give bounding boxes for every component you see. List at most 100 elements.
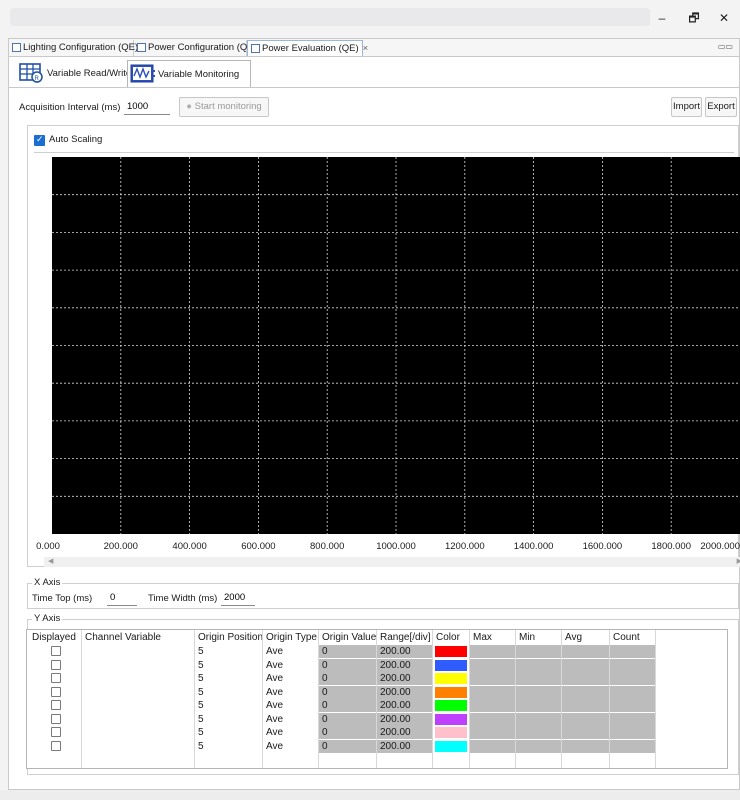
origin-type-cell[interactable]: Ave <box>263 672 318 685</box>
origin-value-cell[interactable]: 0 <box>319 672 376 685</box>
tab-power-configuration[interactable]: Power Configuration (QE) <box>134 40 257 56</box>
origin-type-cell[interactable]: Ave <box>263 740 318 753</box>
origin-value-cell[interactable]: 0 <box>319 739 376 753</box>
restore-button[interactable]: 🗗 <box>684 10 704 26</box>
time-width-input[interactable] <box>221 590 255 606</box>
channel-variable-cell[interactable] <box>82 659 194 672</box>
origin-position-cell[interactable]: 5 <box>195 726 262 739</box>
interval-input[interactable] <box>124 99 170 115</box>
origin-type-cell[interactable]: Ave <box>263 699 318 712</box>
channel-variable-cell[interactable] <box>82 672 194 685</box>
displayed-checkbox[interactable] <box>51 713 61 724</box>
origin-value-cell[interactable]: 0 <box>319 699 376 712</box>
close-tab-icon[interactable]: × <box>363 43 369 54</box>
editor-file-icon <box>12 43 21 52</box>
x-tick-label: 200.000 <box>104 541 138 552</box>
avg-cell <box>562 685 609 699</box>
scroll-left-icon[interactable]: ◀ <box>48 557 53 567</box>
origin-value-cell[interactable]: 0 <box>319 658 376 672</box>
range-cell[interactable]: 200.00 <box>377 739 432 753</box>
count-cell <box>610 645 655 658</box>
color-swatch[interactable] <box>435 659 467 671</box>
maximize-view-icon[interactable]: ▭▭ <box>718 42 733 51</box>
channel-variable-cell[interactable] <box>82 699 194 712</box>
origin-type-cell[interactable]: Ave <box>263 645 318 658</box>
scroll-right-icon[interactable]: ▶ <box>737 557 740 567</box>
table-row[interactable]: 5 Ave 0 200.00 <box>27 645 727 658</box>
table-row[interactable]: 5 Ave 0 200.00 <box>27 712 727 726</box>
origin-value-cell[interactable]: 0 <box>319 726 376 739</box>
origin-position-cell[interactable]: 5 <box>195 672 262 685</box>
table-row[interactable]: 5 Ave 0 200.00 <box>27 726 727 739</box>
origin-type-cell[interactable]: Ave <box>263 686 318 699</box>
time-width-label: Time Width (ms) <box>148 593 218 604</box>
avg-cell <box>562 712 609 726</box>
range-cell[interactable]: 200.00 <box>377 699 432 712</box>
max-cell <box>470 726 515 739</box>
range-cell[interactable]: 200.00 <box>377 672 432 685</box>
table-row[interactable]: 5 Ave 0 200.00 <box>27 685 727 699</box>
import-button[interactable]: Import <box>671 97 702 117</box>
channel-variable-cell[interactable] <box>82 740 194 753</box>
monitor-toolbar: Acquisition Interval (ms) ● Start monito… <box>9 94 739 120</box>
channel-variable-cell[interactable] <box>82 713 194 726</box>
range-cell[interactable]: 200.00 <box>377 685 432 699</box>
tab-lighting-configuration[interactable]: Lighting Configuration (QE) <box>9 40 138 56</box>
color-swatch[interactable] <box>435 646 467 657</box>
subtab-variable-read-write[interactable]: R Variable Read/Write <box>17 60 131 88</box>
start-monitoring-button[interactable]: ● Start monitoring <box>179 97 269 117</box>
origin-value-cell[interactable]: 0 <box>319 685 376 699</box>
table-row[interactable]: 5 Ave 0 200.00 <box>27 699 727 712</box>
displayed-checkbox[interactable] <box>51 686 61 697</box>
range-cell[interactable]: 200.00 <box>377 645 432 658</box>
channel-variable-cell[interactable] <box>82 686 194 699</box>
origin-value-cell[interactable]: 0 <box>319 645 376 658</box>
origin-position-cell[interactable]: 5 <box>195 713 262 726</box>
color-swatch[interactable] <box>435 686 467 698</box>
time-top-input[interactable] <box>107 590 137 606</box>
color-swatch[interactable] <box>435 727 467 738</box>
table-row[interactable]: 5 Ave 0 200.00 <box>27 672 727 685</box>
horizontal-scrollbar[interactable]: ◀ ▶ <box>44 557 740 567</box>
displayed-checkbox[interactable] <box>51 659 61 670</box>
origin-value-cell[interactable]: 0 <box>319 712 376 726</box>
col-channel-variable: Channel Variable <box>85 632 161 643</box>
editor-file-icon <box>251 44 260 53</box>
avg-cell <box>562 699 609 712</box>
origin-type-cell[interactable]: Ave <box>263 726 318 739</box>
origin-position-cell[interactable]: 5 <box>195 686 262 699</box>
x-tick-label: 600.000 <box>241 541 275 552</box>
minimize-button[interactable]: – <box>652 10 672 26</box>
range-cell[interactable]: 200.00 <box>377 658 432 672</box>
range-cell[interactable]: 200.00 <box>377 712 432 726</box>
col-range: Range[/div] <box>380 632 431 643</box>
table-header: Displayed Channel Variable Origin Positi… <box>27 631 727 644</box>
displayed-checkbox[interactable] <box>51 727 61 737</box>
origin-position-cell[interactable]: 5 <box>195 699 262 712</box>
range-cell[interactable]: 200.00 <box>377 726 432 739</box>
origin-type-cell[interactable]: Ave <box>263 713 318 726</box>
displayed-checkbox[interactable] <box>51 700 61 710</box>
color-swatch[interactable] <box>435 673 467 684</box>
color-swatch[interactable] <box>435 700 467 711</box>
table-row[interactable]: 5 Ave 0 200.00 <box>27 658 727 672</box>
tab-power-evaluation[interactable]: Power Evaluation (QE) × <box>247 40 368 56</box>
origin-position-cell[interactable]: 5 <box>195 659 262 672</box>
avg-cell <box>562 672 609 685</box>
displayed-checkbox[interactable] <box>51 646 61 656</box>
table-row[interactable]: 5 Ave 0 200.00 <box>27 739 727 753</box>
export-button[interactable]: Export <box>705 97 737 117</box>
origin-position-cell[interactable]: 5 <box>195 740 262 753</box>
channel-variable-cell[interactable] <box>82 726 194 739</box>
color-swatch[interactable] <box>435 740 467 752</box>
displayed-checkbox[interactable] <box>51 673 61 683</box>
channel-variable-cell[interactable] <box>82 645 194 658</box>
displayed-checkbox[interactable] <box>51 740 61 751</box>
subtab-variable-monitoring[interactable]: Variable Monitoring <box>127 60 251 88</box>
subtab-label: Variable Read/Write <box>47 68 132 79</box>
origin-position-cell[interactable]: 5 <box>195 645 262 658</box>
color-swatch[interactable] <box>435 713 467 725</box>
min-cell <box>516 658 561 672</box>
origin-type-cell[interactable]: Ave <box>263 659 318 672</box>
close-window-button[interactable]: ✕ <box>714 10 734 26</box>
